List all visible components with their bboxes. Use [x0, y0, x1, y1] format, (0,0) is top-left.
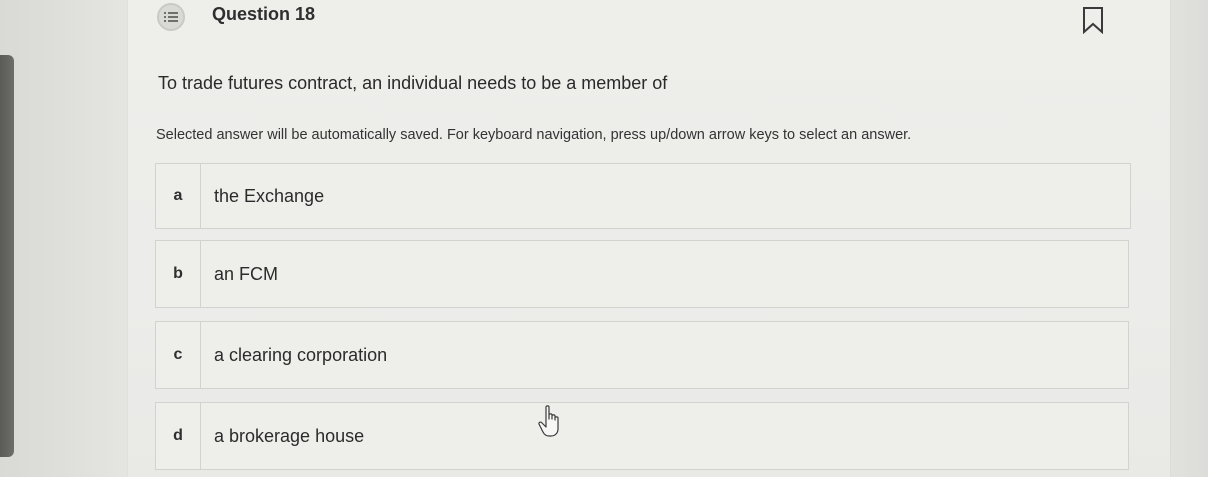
question-list-icon — [157, 3, 185, 31]
option-text: an FCM — [214, 263, 279, 284]
option-letter: a — [156, 164, 201, 228]
question-title: Question 18 — [212, 4, 316, 24]
option-letter: b — [156, 241, 201, 307]
option-text: a clearing corporation — [214, 344, 388, 365]
left-scroll-rail[interactable] — [0, 55, 14, 457]
answer-option-a[interactable]: a the Exchange — [155, 163, 1131, 229]
option-text: a brokerage house — [214, 425, 365, 446]
answer-instructions: Selected answer will be automatically sa… — [156, 127, 912, 143]
option-letter: d — [156, 403, 201, 469]
option-letter: c — [156, 322, 201, 388]
answer-option-d[interactable]: d a brokerage house — [155, 402, 1129, 470]
bookmark-icon[interactable] — [1082, 6, 1104, 35]
hand-pointer-icon — [538, 405, 564, 439]
option-text: the Exchange — [214, 185, 325, 206]
question-prompt: To trade futures contract, an individual… — [158, 73, 668, 93]
answer-option-b[interactable]: b an FCM — [155, 240, 1129, 308]
answer-option-c[interactable]: c a clearing corporation — [155, 321, 1129, 389]
